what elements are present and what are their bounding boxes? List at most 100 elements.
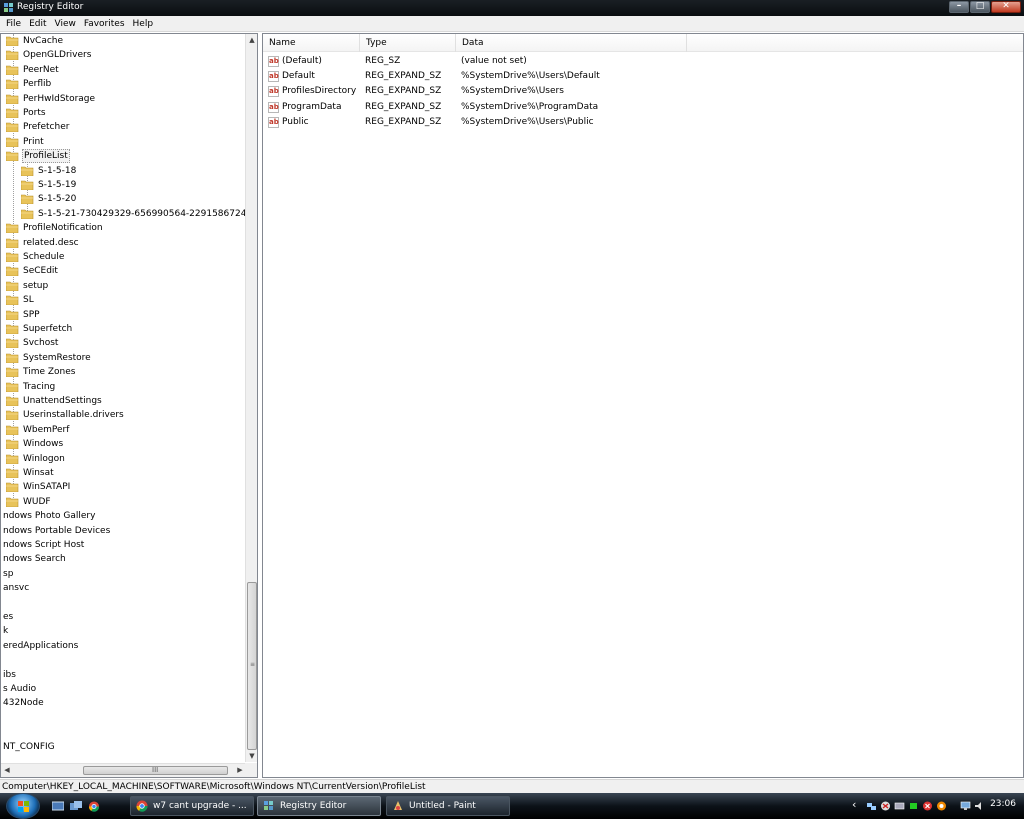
error-icon[interactable] — [922, 801, 933, 811]
tree-item[interactable]: ansvc — [1, 581, 246, 595]
tree-item[interactable]: ProfileList — [1, 149, 246, 164]
tree-item[interactable]: NvCache — [1, 34, 246, 48]
tree-item[interactable] — [1, 653, 246, 667]
menu-view[interactable]: View — [51, 19, 80, 29]
tree-item[interactable]: UnattendSettings — [1, 394, 246, 408]
tree-item[interactable]: Userinstallable.drivers — [1, 408, 246, 422]
tree-item[interactable]: S-1-5-21-730429329-656990564-2291586724-… — [1, 207, 246, 221]
tree-horizontal-scrollbar[interactable]: ◀ III ▶ — [1, 763, 246, 777]
security-warning-icon[interactable] — [880, 801, 891, 811]
column-header-data[interactable]: Data — [456, 34, 687, 52]
value-data: %SystemDrive%\Users — [461, 86, 564, 97]
taskbar-button[interactable]: w7 cant upgrade - ... — [130, 796, 254, 816]
scroll-up-icon[interactable]: ▲ — [246, 34, 257, 46]
tree-item[interactable]: SPP — [1, 308, 246, 322]
menu-file[interactable]: File — [2, 19, 25, 29]
menu-favorites[interactable]: Favorites — [80, 19, 129, 29]
tree-item-label: ProfileNotification — [23, 223, 103, 234]
tree-item[interactable]: s Audio — [1, 682, 246, 696]
status-bar: Computer\HKEY_LOCAL_MACHINE\SOFTWARE\Mic… — [0, 779, 1024, 793]
tree-item[interactable]: S-1-5-19 — [1, 178, 246, 192]
scroll-left-icon[interactable]: ◀ — [1, 764, 13, 777]
system-tray: ‹ 23:06 — [850, 793, 1024, 819]
tree-item[interactable]: Schedule — [1, 250, 246, 264]
taskbar-button[interactable]: Registry Editor — [257, 796, 381, 816]
tree-item[interactable]: WUDF — [1, 495, 246, 509]
volume-icon[interactable] — [974, 801, 985, 811]
network-icon[interactable] — [866, 801, 877, 811]
scroll-thumb[interactable]: III — [83, 766, 228, 775]
start-button[interactable] — [6, 793, 40, 819]
chrome-icon[interactable] — [88, 801, 100, 812]
tree-vertical-scrollbar[interactable]: ▲ ≡ ▼ — [245, 34, 257, 762]
tree-item[interactable] — [1, 596, 246, 610]
tree-item[interactable]: Ports — [1, 106, 246, 120]
tree-item[interactable]: Tracing — [1, 380, 246, 394]
tree-item[interactable]: PerHwIdStorage — [1, 92, 246, 106]
tree-item[interactable]: setup — [1, 279, 246, 293]
menu-help[interactable]: Help — [129, 19, 158, 29]
scroll-thumb[interactable]: ≡ — [247, 582, 257, 750]
tree-item[interactable]: es — [1, 610, 246, 624]
antivirus-icon[interactable] — [936, 801, 947, 811]
tree-item[interactable]: S-1-5-20 — [1, 192, 246, 206]
tree-item[interactable]: OpenGLDrivers — [1, 48, 246, 62]
value-row[interactable]: ab Public REG_EXPAND_SZ %SystemDrive%\Users… — [263, 115, 1023, 130]
tree-item[interactable]: WinSATAPI — [1, 480, 246, 494]
close-button[interactable]: ✕ — [991, 1, 1021, 13]
tree-item[interactable]: SystemRestore — [1, 351, 246, 365]
taskbar-button[interactable]: Untitled - Paint — [386, 796, 510, 816]
tree-item[interactable]: k — [1, 624, 246, 638]
value-row[interactable]: ab Default REG_EXPAND_SZ %SystemDrive%\User… — [263, 69, 1023, 84]
folder-icon — [6, 51, 19, 61]
display-icon[interactable] — [894, 801, 905, 811]
show-hidden-icons-icon[interactable]: ‹ — [852, 798, 856, 811]
tree-item[interactable]: sp — [1, 567, 246, 581]
tree-item-label: WbemPerf — [23, 424, 70, 435]
switch-windows-icon[interactable] — [70, 801, 82, 812]
value-type: REG_EXPAND_SZ — [365, 116, 442, 127]
tree-item[interactable]: related.desc — [1, 236, 246, 250]
tree-item[interactable]: eredApplications — [1, 639, 246, 653]
tree-item[interactable]: ndows Photo Gallery — [1, 509, 246, 523]
menu-edit[interactable]: Edit — [25, 19, 50, 29]
tree-item[interactable]: ndows Portable Devices — [1, 524, 246, 538]
value-row[interactable]: ab ProfilesDirectory REG_EXPAND_SZ %SystemD… — [263, 84, 1023, 99]
tree-item[interactable]: Winlogon — [1, 452, 246, 466]
show-desktop-icon[interactable] — [52, 801, 64, 812]
value-row[interactable]: ab ProgramData REG_EXPAND_SZ %SystemDrive%\… — [263, 100, 1023, 115]
scroll-down-icon[interactable]: ▼ — [246, 750, 257, 762]
tree-item[interactable]: Prefetcher — [1, 120, 246, 134]
tree-item[interactable]: ProfileNotification — [1, 221, 246, 235]
tree-item[interactable]: 432Node — [1, 696, 246, 710]
tree-item[interactable]: SeCEdit — [1, 264, 246, 278]
maximize-button[interactable]: □ — [970, 1, 990, 13]
tree-item[interactable] — [1, 725, 246, 739]
tree-item[interactable]: ibs — [1, 668, 246, 682]
tree-item[interactable]: Svchost — [1, 336, 246, 350]
tree-item[interactable]: ndows Search — [1, 552, 246, 566]
tree-item[interactable]: PeerNet — [1, 63, 246, 77]
tree-item[interactable]: WbemPerf — [1, 423, 246, 437]
tree-item[interactable] — [1, 711, 246, 725]
column-header-name[interactable]: Name — [263, 34, 360, 52]
tree-item[interactable]: Superfetch — [1, 322, 246, 336]
tree-item[interactable]: S-1-5-18 — [1, 164, 246, 178]
clock[interactable]: 23:06 — [990, 799, 1016, 809]
value-row[interactable]: ab (Default) REG_SZ (value not set) — [263, 54, 1023, 69]
tree-item[interactable]: Time Zones — [1, 365, 246, 379]
status-green-icon[interactable] — [908, 801, 919, 811]
tree-item[interactable]: ndows Script Host — [1, 538, 246, 552]
monitor-icon[interactable] — [960, 801, 971, 811]
tree-item[interactable]: SL — [1, 293, 246, 307]
minimize-button[interactable]: – — [949, 1, 969, 13]
tree-item[interactable]: Print — [1, 135, 246, 149]
tree-item[interactable]: Winsat — [1, 466, 246, 480]
tree-item[interactable]: Perflib — [1, 77, 246, 91]
tree-item[interactable]: NT_CONFIG — [1, 740, 246, 754]
tree-item[interactable]: Windows — [1, 437, 246, 451]
tree-item-label: ProfileList — [22, 149, 70, 164]
tree-item-label: SystemRestore — [23, 352, 91, 363]
folder-icon — [6, 353, 19, 363]
column-header-type[interactable]: Type — [360, 34, 456, 52]
